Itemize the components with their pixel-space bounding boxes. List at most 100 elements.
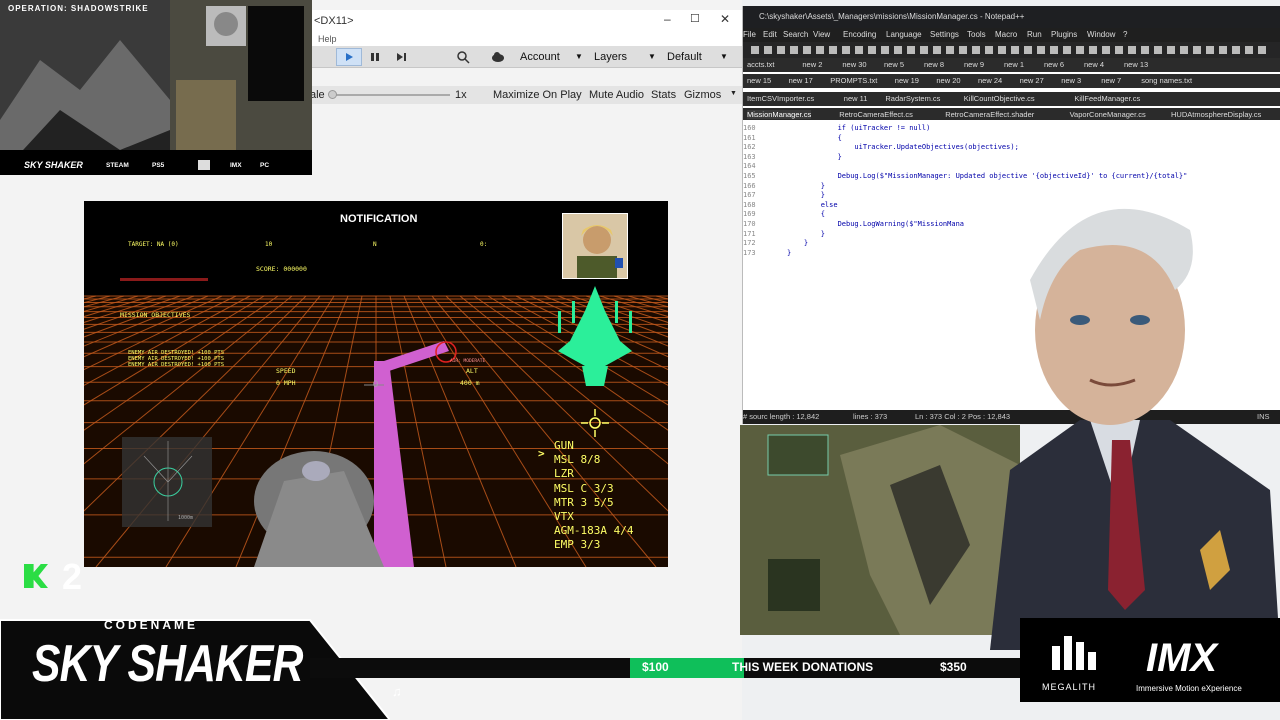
heading-number: N — [373, 241, 377, 248]
npp-tab[interactable]: new 2 — [802, 60, 822, 69]
menu-help[interactable]: Help — [318, 34, 337, 44]
imx-subtitle: Immersive Motion eXperience — [1136, 684, 1242, 693]
code-line: } — [787, 248, 792, 257]
code-line: uiTracker.UpdateObjectives(objectives); — [787, 143, 1019, 152]
pitch-value: 0 — [373, 379, 379, 389]
npp-tab[interactable]: RetroCameraEffect.shader — [945, 110, 1034, 119]
gizmos-toggle[interactable]: Gizmos — [684, 89, 721, 101]
menu-macro[interactable]: Macro — [995, 30, 1017, 39]
code-line: { — [787, 210, 825, 219]
maximize-on-play-toggle[interactable]: Maximize On Play — [493, 89, 582, 101]
play-icon — [346, 53, 353, 61]
npp-tab[interactable]: new 19 — [895, 76, 919, 85]
toolbar-button-icon — [1128, 46, 1136, 54]
npp-tab[interactable]: VaporConeManager.cs — [1070, 110, 1146, 119]
scale-slider-handle[interactable] — [328, 90, 337, 99]
line-number: 173 — [743, 248, 756, 257]
menu-edit[interactable]: Edit — [763, 30, 777, 39]
npp-tab[interactable]: new 15 — [747, 76, 771, 85]
code-line: } — [787, 181, 825, 190]
operation-label: OPERATION: SHADOWSTRIKE — [8, 4, 149, 13]
toolbar-button-icon — [881, 46, 889, 54]
toolbar-button-icon — [751, 46, 759, 54]
npp-tab[interactable]: RadarSystem.cs — [885, 94, 940, 103]
npp-tab[interactable]: new 1 — [1004, 60, 1024, 69]
toolbar-button-icon — [1037, 46, 1045, 54]
mute-audio-toggle[interactable]: Mute Audio — [589, 89, 644, 101]
npp-tab[interactable]: new 3 — [1061, 76, 1081, 85]
cloud-icon[interactable] — [490, 50, 506, 64]
toolbar-button-icon — [920, 46, 928, 54]
codename-label: CODENAME — [104, 618, 199, 632]
menu-file[interactable]: File — [743, 30, 756, 39]
npp-tab[interactable]: PROMPTS.txt — [830, 76, 877, 85]
npp-tab[interactable]: new 30 — [842, 60, 866, 69]
toolbar-button-icon — [1011, 46, 1019, 54]
menu-plugins[interactable]: Plugins — [1051, 30, 1077, 39]
close-icon[interactable]: ✕ — [720, 12, 730, 26]
npp-tab[interactable]: song names.txt — [1141, 76, 1192, 85]
game-view[interactable]: NOTIFICATION TARGET: NA (0) 10 N 0: SCOR… — [84, 201, 668, 567]
game-view-toolbar: ale 1x Maximize On Play Mute Audio Stats… — [300, 86, 742, 104]
npp-tab[interactable]: new 6 — [1044, 60, 1064, 69]
layout-dropdown[interactable]: Default — [667, 49, 702, 65]
menu-tools[interactable]: Tools — [967, 30, 986, 39]
npp-title: C:\skyshaker\Assets\_Managers\missions\M… — [743, 6, 1280, 28]
npp-tab[interactable]: new 13 — [1124, 60, 1148, 69]
platform-ps5: PS5 — [152, 162, 165, 169]
toolbar-icons[interactable] — [743, 42, 1280, 58]
toolbar-button-icon — [764, 46, 772, 54]
toolbar-button-icon — [972, 46, 980, 54]
account-dropdown[interactable]: Account — [520, 49, 560, 65]
npp-tab[interactable]: new 24 — [978, 76, 1002, 85]
toolbar-button-icon — [946, 46, 954, 54]
menu-window[interactable]: Window — [1087, 30, 1115, 39]
menu-run[interactable]: Run — [1027, 30, 1042, 39]
menu-encoding[interactable]: Encoding — [843, 30, 876, 39]
menu-settings[interactable]: Settings — [930, 30, 959, 39]
scale-value: 1x — [455, 89, 467, 101]
toolbar-button-icon — [816, 46, 824, 54]
npp-tab[interactable]: KillCountObjective.cs — [964, 94, 1035, 103]
npp-tab[interactable]: new 5 — [884, 60, 904, 69]
toolbar-button-icon — [1076, 46, 1084, 54]
npp-tab[interactable]: new 17 — [789, 76, 813, 85]
search-icon[interactable] — [456, 50, 470, 64]
status-length: # sourc length : 12,842 — [743, 412, 820, 421]
npp-tab[interactable]: new 9 — [964, 60, 984, 69]
play-button[interactable] — [336, 48, 362, 66]
npp-tab[interactable]: MissionManager.cs — [747, 110, 812, 119]
step-icon[interactable] — [394, 50, 408, 64]
npp-tab[interactable]: ItemCSVImporter.cs — [747, 94, 814, 103]
scale-slider[interactable] — [330, 94, 450, 96]
npp-tab[interactable]: new 27 — [1020, 76, 1044, 85]
alt-label: ALT — [466, 367, 478, 375]
menu-search[interactable]: Search — [783, 30, 808, 39]
menu-help[interactable]: ? — [1123, 30, 1127, 39]
layers-dropdown[interactable]: Layers — [594, 49, 627, 65]
maximize-icon[interactable]: ☐ — [690, 12, 700, 25]
npp-tab[interactable]: RetroCameraEffect.cs — [839, 110, 913, 119]
air-label: AIR: MODERATE — [450, 359, 486, 364]
npp-tab[interactable]: new 8 — [924, 60, 944, 69]
npp-tab[interactable]: new 7 — [1101, 76, 1121, 85]
tab-row: ItemCSVImporter.cs new 11 RadarSystem.cs Ki… — [743, 92, 1280, 106]
game-title: SKY SHAKER — [32, 635, 303, 693]
npp-tab[interactable]: new 20 — [936, 76, 960, 85]
menu-language[interactable]: Language — [886, 30, 922, 39]
npp-tab[interactable]: accts.txt — [747, 60, 775, 69]
npp-tab[interactable]: KillFeedManager.cs — [1074, 94, 1140, 103]
npp-tab[interactable]: new 4 — [1084, 60, 1104, 69]
code-line: } — [787, 191, 825, 200]
weapon-selector-icon: > — [538, 447, 545, 460]
minimize-icon[interactable]: – — [664, 12, 671, 26]
toolbar-button-icon — [933, 46, 941, 54]
toolbar-button-icon — [1167, 46, 1175, 54]
stats-toggle[interactable]: Stats — [651, 89, 676, 101]
npp-tab[interactable]: HUDAtmosphereDisplay.cs — [1171, 110, 1261, 119]
pause-icon[interactable] — [368, 50, 382, 64]
toolbar-button-icon — [959, 46, 967, 54]
menu-view[interactable]: View — [813, 30, 830, 39]
scale-label: ale — [310, 89, 325, 101]
npp-tab[interactable]: new 11 — [844, 94, 868, 103]
